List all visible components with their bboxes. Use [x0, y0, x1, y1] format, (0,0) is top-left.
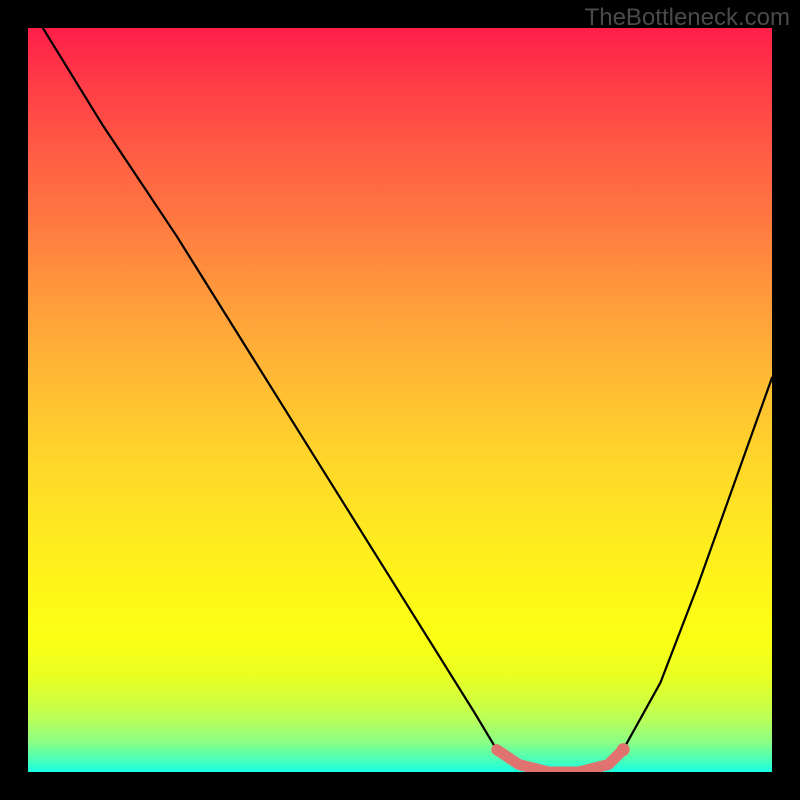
plot-area [28, 28, 772, 772]
highlight-segment [497, 750, 623, 772]
curve-line [43, 28, 772, 772]
chart-svg [28, 28, 772, 772]
watermark-text: TheBottleneck.com [585, 4, 790, 32]
chart-frame: TheBottleneck.com [0, 0, 800, 800]
highlight-endpoint-dot [617, 743, 630, 756]
